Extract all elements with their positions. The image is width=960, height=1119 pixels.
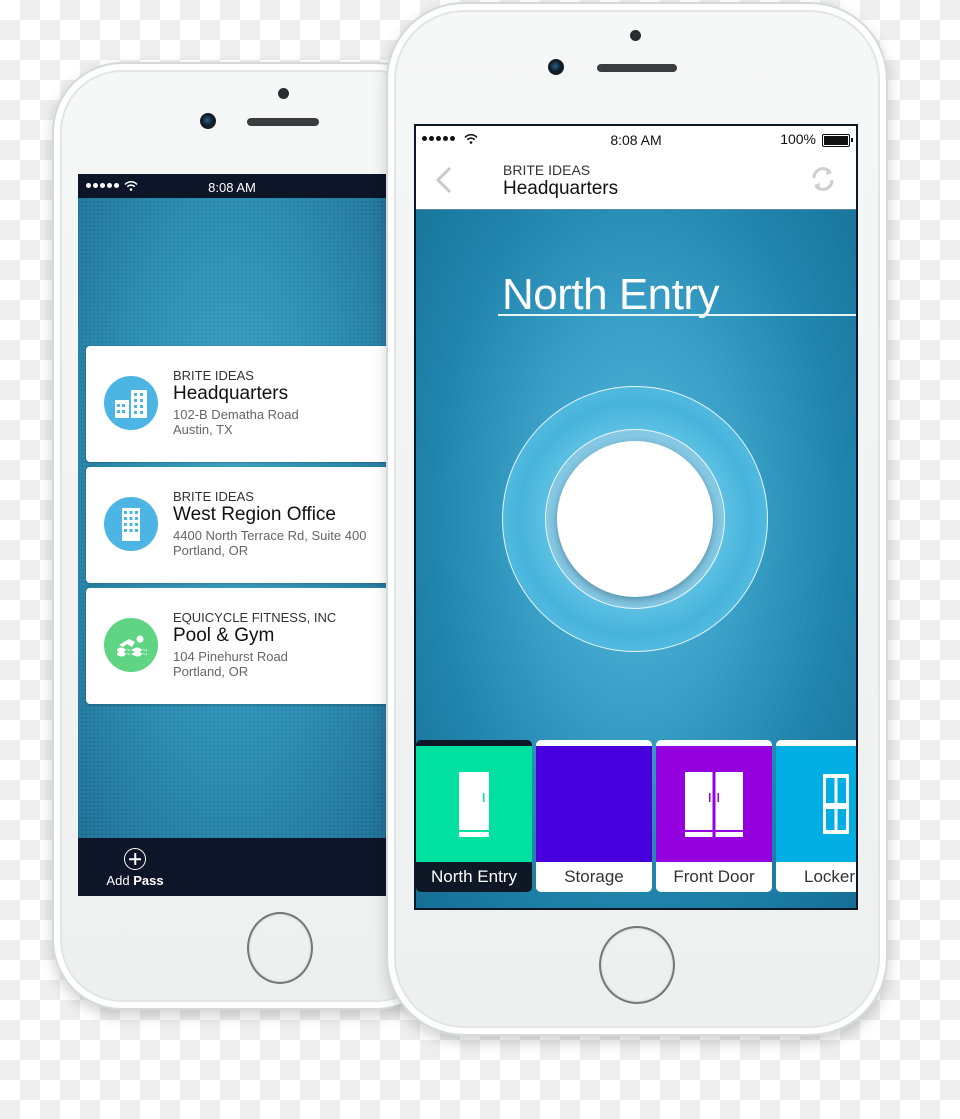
left-screen: 8:08 AM BRITE IDEAS Headquarters 102-B D…	[78, 174, 386, 896]
add-pass-button[interactable]: Add Pass	[100, 846, 170, 892]
proximity-sensor	[278, 88, 289, 99]
door-swatch	[416, 746, 532, 862]
pass-address-line2: Austin, TX	[173, 422, 233, 437]
pass-address-line1: 104 Pinehurst Road	[173, 649, 288, 664]
pass-organization: BRITE IDEAS	[173, 489, 254, 504]
door-tile-label: Locker	[804, 867, 856, 886]
door-tile-label: Front Door	[673, 867, 755, 886]
paneled-door-icon	[823, 774, 849, 834]
earpiece-speaker	[247, 118, 319, 126]
navigation-bar: BRITE IDEAS Headquarters	[416, 152, 856, 210]
status-bar: 8:08 AM 100%	[416, 126, 856, 152]
office-buildings-icon	[104, 376, 158, 430]
door-title: North Entry	[502, 270, 720, 319]
earpiece-speaker	[597, 64, 677, 72]
door-tile-storage[interactable]: Storage	[536, 740, 652, 892]
proximity-sensor	[630, 30, 641, 41]
pass-address-line1: 102-B Dematha Road	[173, 407, 299, 422]
single-door-icon	[459, 772, 489, 837]
door-selector: North Entry Storage Front Door Locker	[416, 740, 856, 908]
refresh-icon[interactable]	[808, 164, 838, 194]
pass-card[interactable]: BRITE IDEAS West Region Office 4400 Nort…	[86, 467, 386, 583]
door-tile-front-door[interactable]: Front Door	[656, 740, 772, 892]
home-button[interactable]	[247, 912, 313, 984]
back-chevron-icon[interactable]	[428, 162, 458, 198]
pass-address-line1: 4400 North Terrace Rd, Suite 400	[173, 528, 367, 543]
pass-address-line2: Portland, OR	[173, 664, 249, 679]
right-screen: 8:08 AM 100% BRITE IDEAS Headquarters No…	[414, 124, 858, 910]
door-unlock-area: North Entry North Entry Storage Front Do…	[416, 210, 856, 908]
unlock-button[interactable]	[557, 441, 713, 597]
plus-circle-icon	[124, 848, 146, 870]
nav-organization: BRITE IDEAS	[503, 162, 591, 178]
swimmer-icon	[104, 618, 158, 672]
pass-name: Pool & Gym	[173, 625, 275, 646]
front-camera	[548, 59, 564, 75]
nav-title: Headquarters	[503, 178, 619, 199]
door-swatch	[776, 746, 856, 862]
battery-percentage: 100%	[780, 131, 816, 147]
battery-icon	[822, 134, 853, 147]
front-camera	[200, 113, 216, 129]
status-time: 8:08 AM	[208, 180, 256, 195]
pass-organization: EQUICYCLE FITNESS, INC	[173, 610, 337, 625]
pass-organization: BRITE IDEAS	[173, 368, 254, 383]
door-swatch	[656, 746, 772, 862]
status-bar: 8:08 AM	[78, 174, 386, 198]
pass-address-line2: Portland, OR	[173, 543, 249, 558]
pass-name: West Region Office	[173, 504, 336, 525]
pass-card[interactable]: EQUICYCLE FITNESS, INC Pool & Gym 104 Pi…	[86, 588, 386, 704]
door-tile-label: North Entry	[431, 867, 517, 886]
door-tile-label: Storage	[564, 867, 624, 886]
add-pass-label: Add Pass	[106, 873, 164, 888]
double-door-icon	[685, 772, 743, 837]
pass-card[interactable]: BRITE IDEAS Headquarters 102-B Dematha R…	[86, 346, 386, 462]
door-tile-locker[interactable]: Locker	[776, 740, 856, 892]
pass-name: Headquarters	[173, 383, 289, 404]
door-tile-north-entry[interactable]: North Entry	[416, 740, 532, 892]
home-button[interactable]	[599, 926, 675, 1004]
tab-bar: Add Pass	[78, 838, 386, 896]
title-underline	[498, 314, 856, 316]
door-swatch	[536, 746, 652, 862]
office-tower-icon	[104, 497, 158, 551]
